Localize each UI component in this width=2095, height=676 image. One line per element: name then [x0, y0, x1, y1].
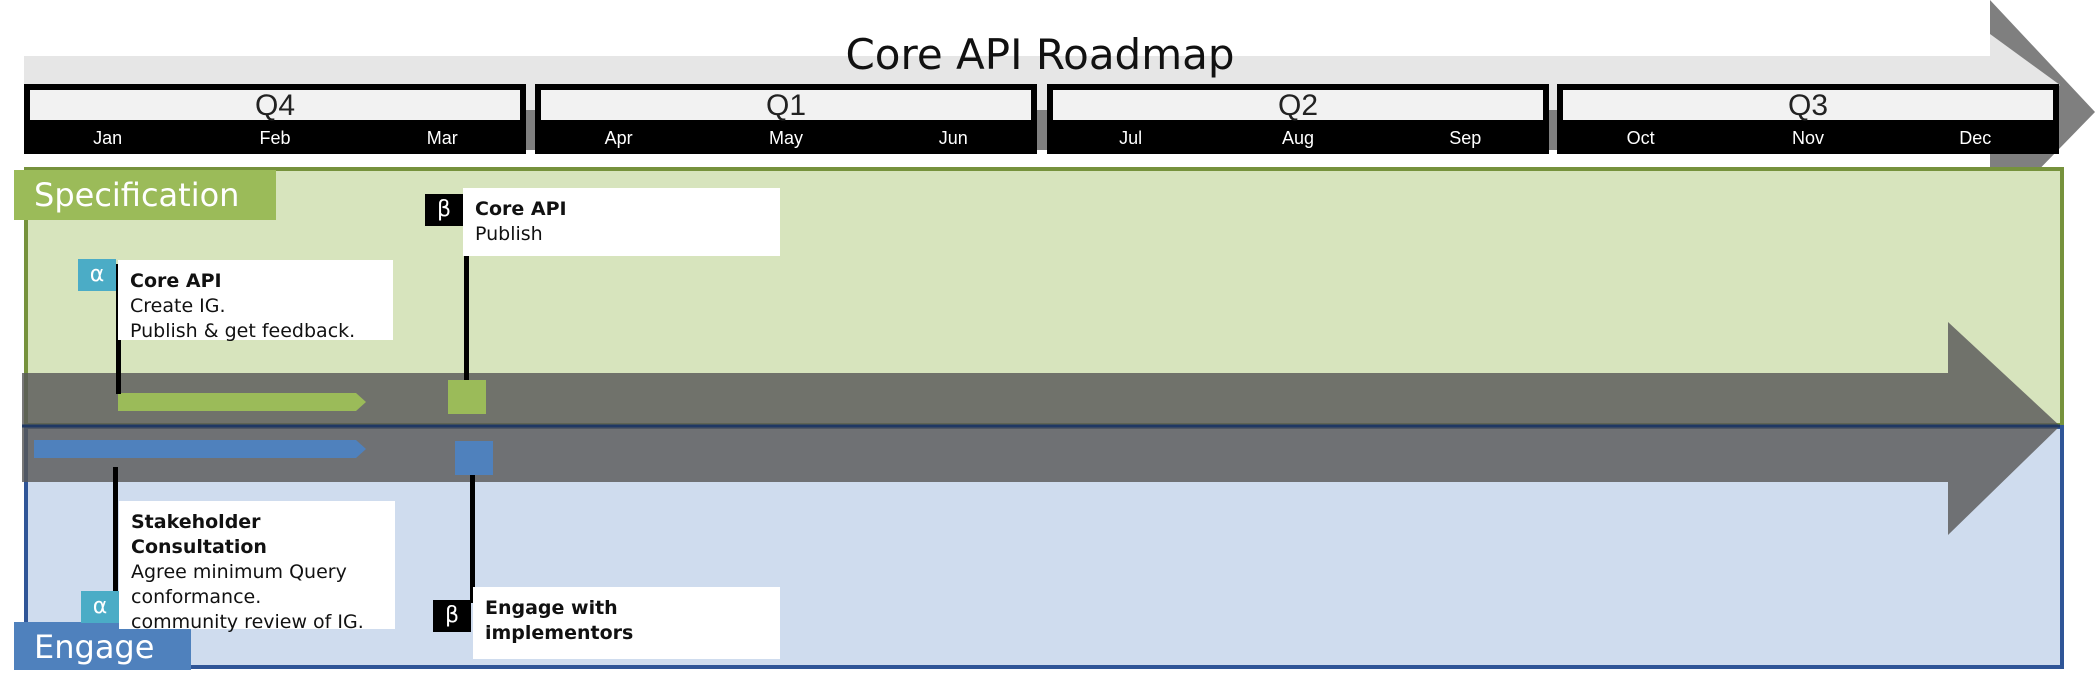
specification-lane-label: Specification [14, 170, 276, 220]
month-label: Apr [604, 128, 633, 148]
milestone-text: Publish [475, 223, 543, 245]
spec-beta-card: Core API Publish [463, 188, 780, 256]
month-label: Oct [1626, 128, 1655, 148]
engage-alpha-connector [113, 467, 118, 607]
alpha-badge: α [78, 259, 116, 291]
beta-badge: β [425, 194, 463, 226]
spec-alpha-card: Core API Create IG. Publish & get feedba… [118, 260, 393, 342]
engage-beta-card: Engage with implementors [473, 587, 780, 659]
engage-alpha-card: Stakeholder Consultation Agree minimum Q… [119, 501, 395, 633]
quarter-q3: Q3 Oct Nov Dec [1557, 84, 2059, 154]
milestone-text: Create IG. [130, 295, 226, 317]
alpha-badge: α [81, 591, 119, 623]
quarter-label: Q2 [1053, 90, 1543, 122]
beta-badge: β [433, 600, 471, 632]
quarter-q1: Q1 Apr May Jun [535, 84, 1037, 154]
month-label: Mar [426, 128, 458, 148]
page-title: Core API Roadmap [845, 30, 1235, 79]
month-label: Dec [1959, 128, 1992, 148]
month-label: Jun [938, 128, 968, 148]
month-label: Jul [1119, 128, 1143, 148]
milestone-text: community review of IG. [131, 611, 364, 633]
milestone-title: Core API [475, 198, 567, 220]
milestone-title: Engage with implementors [485, 597, 634, 644]
milestone-text: Agree minimum Query [131, 561, 347, 583]
month-label: Jan [93, 128, 123, 148]
month-label: Sep [1449, 128, 1482, 148]
quarter-label: Q1 [541, 90, 1031, 122]
month-label: Nov [1791, 128, 1824, 148]
quarter-q2: Q2 Jul Aug Sep [1047, 84, 1549, 154]
month-label: May [768, 128, 803, 148]
quarter-q4: Q4 Jan Feb Mar [24, 84, 526, 154]
quarter-label: Q4 [30, 90, 520, 122]
engage-beta-connector [470, 475, 475, 603]
quarter-label: Q3 [1563, 90, 2053, 122]
milestone-title: Stakeholder Consultation [131, 511, 267, 558]
milestone-title: Core API [130, 270, 222, 292]
month-label: Feb [259, 128, 291, 148]
month-label: Aug [1281, 128, 1314, 148]
milestone-text: conformance. [131, 586, 262, 608]
milestone-text: Publish & get feedback. [130, 320, 356, 342]
